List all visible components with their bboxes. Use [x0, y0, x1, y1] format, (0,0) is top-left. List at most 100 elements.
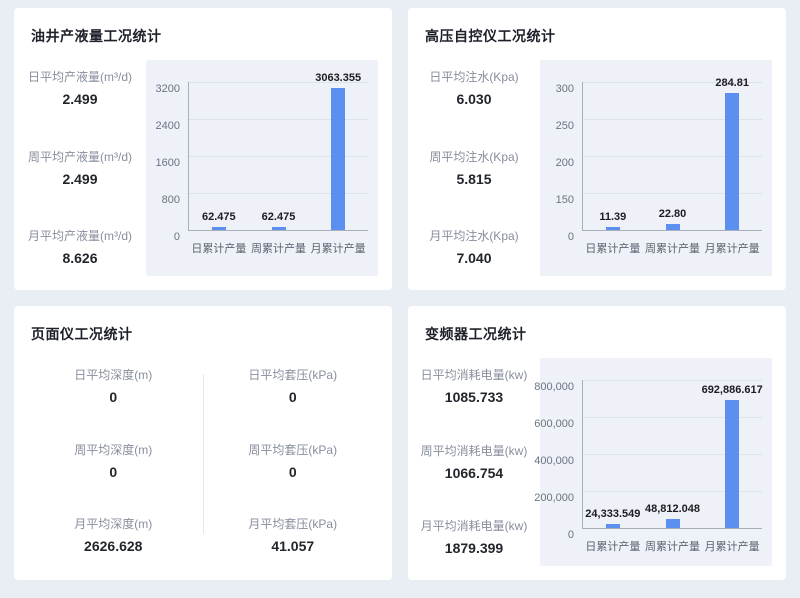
chart-plot-area[interactable]: 11.3922.80284.81: [582, 82, 762, 231]
bar-value-label: 692,886.617: [702, 384, 763, 396]
stat-value: 0: [204, 464, 383, 480]
x-axis-label: 日累计产量: [583, 240, 643, 256]
bar-周累计产量[interactable]: [666, 224, 680, 230]
bar-月累计产量[interactable]: [331, 88, 345, 230]
stat-weekly-avg-depth: 周平均深度(m) 0: [24, 443, 203, 480]
bar-chart-injection-pressure[interactable]: 015020025030011.3922.80284.81日累计产量周累计产量月…: [540, 60, 772, 276]
y-axis-tick: 0: [568, 231, 574, 243]
stat-value: 7.040: [408, 250, 540, 266]
panel-title: 变频器工况统计: [408, 306, 786, 344]
x-axis-label: 日累计产量: [583, 538, 643, 554]
bar-日累计产量[interactable]: [212, 227, 226, 230]
stat-weekly-avg-injection: 周平均注水(Kpa) 5.815: [408, 150, 540, 187]
y-axis-tick: 200: [556, 157, 574, 169]
panel-frequency-converter: 变频器工况统计 日平均消耗电量(kw) 1085.733 周平均消耗电量(kw)…: [408, 306, 786, 580]
bar-value-label: 22.80: [659, 208, 687, 220]
stat-value: 8.626: [14, 250, 146, 266]
stat-value: 1085.733: [408, 389, 540, 405]
y-axis-tick: 0: [174, 231, 180, 243]
bar-日累计产量[interactable]: [606, 524, 620, 529]
panel-title: 页面仪工况统计: [14, 306, 392, 344]
stat-monthly-avg-injection: 月平均注水(Kpa) 7.040: [408, 229, 540, 266]
stat-label: 日平均深度(m): [24, 368, 203, 383]
stat-daily-avg-production: 日平均产液量(m³/d) 2.499: [14, 70, 146, 107]
y-axis-tick: 600,000: [534, 418, 574, 430]
chart-plot-area[interactable]: 62.47562.4753063.355: [188, 82, 368, 231]
y-axis-tick: 800: [162, 194, 180, 206]
stat-monthly-avg-production: 月平均产液量(m³/d) 8.626: [14, 229, 146, 266]
stat-daily-avg-power: 日平均消耗电量(kw) 1085.733: [408, 368, 540, 405]
stat-monthly-avg-casing-pressure: 月平均套压(kPa) 41.057: [204, 517, 383, 554]
stat-label: 周平均消耗电量(kw): [408, 444, 540, 459]
stats-column-depth: 日平均深度(m) 0 周平均深度(m) 0 月平均深度(m) 2626.628: [24, 352, 203, 560]
y-axis-tick: 3200: [156, 83, 180, 95]
panel-title: 高压自控仪工况统计: [408, 8, 786, 46]
x-axis-label: 周累计产量: [643, 240, 703, 256]
stat-value: 1066.754: [408, 465, 540, 481]
panel-title: 油井产液量工况统计: [14, 8, 392, 46]
y-axis-tick: 400,000: [534, 455, 574, 467]
stats-column-casing-pressure: 日平均套压(kPa) 0 周平均套压(kPa) 0 月平均套压(kPa) 41.…: [204, 352, 383, 560]
x-axis-label: 月累计产量: [308, 240, 368, 256]
x-axis-category-labels: 日累计产量周累计产量月累计产量: [189, 231, 368, 256]
stat-monthly-avg-depth: 月平均深度(m) 2626.628: [24, 517, 203, 554]
stat-value: 0: [24, 389, 203, 405]
stats-column: 日平均注水(Kpa) 6.030 周平均注水(Kpa) 5.815 月平均注水(…: [408, 56, 540, 276]
y-axis-tick: 250: [556, 120, 574, 132]
gridline: [583, 380, 762, 381]
stat-daily-avg-injection: 日平均注水(Kpa) 6.030: [408, 70, 540, 107]
stat-monthly-avg-power: 月平均消耗电量(kw) 1879.399: [408, 519, 540, 556]
bar-周累计产量[interactable]: [272, 227, 286, 230]
stat-weekly-avg-power: 周平均消耗电量(kw) 1066.754: [408, 444, 540, 481]
stat-daily-avg-depth: 日平均深度(m) 0: [24, 368, 203, 405]
bar-value-label: 11.39: [599, 211, 626, 223]
bar-chart-power-consumption[interactable]: 0200,000400,000600,000800,00024,333.549 4…: [540, 358, 772, 566]
x-axis-label: 周累计产量: [643, 538, 703, 554]
y-axis-tick-labels: 0800160024003200: [148, 82, 188, 230]
bar-value-label: 62.475: [262, 211, 296, 223]
stat-value: 41.057: [204, 538, 383, 554]
stat-value: 2.499: [14, 171, 146, 187]
stat-value: 1879.399: [408, 540, 540, 556]
x-axis-category-labels: 日累计产量周累计产量月累计产量: [583, 529, 762, 554]
stat-label: 月平均产液量(m³/d): [14, 229, 146, 244]
bar-value-label: 48,812.048: [645, 503, 700, 515]
bar-value-label: 62.475: [202, 211, 236, 223]
stat-value: 6.030: [408, 91, 540, 107]
stat-label: 周平均注水(Kpa): [408, 150, 540, 165]
stat-label: 月平均深度(m): [24, 517, 203, 532]
bar-value-label: 24,333.549: [585, 508, 640, 520]
stat-label: 周平均产液量(m³/d): [14, 150, 146, 165]
bar-日累计产量[interactable]: [606, 227, 620, 230]
y-axis-tick: 0: [568, 529, 574, 541]
bar-value-label: 284.81: [715, 77, 749, 89]
stat-weekly-avg-casing-pressure: 周平均套压(kPa) 0: [204, 443, 383, 480]
stat-value: 2626.628: [24, 538, 203, 554]
panel-page-instrument: 页面仪工况统计 日平均深度(m) 0 周平均深度(m) 0 月平均深度(m) 2…: [14, 306, 392, 580]
stat-weekly-avg-production: 周平均产液量(m³/d) 2.499: [14, 150, 146, 187]
stat-label: 日平均注水(Kpa): [408, 70, 540, 85]
stat-label: 月平均套压(kPa): [204, 517, 383, 532]
x-axis-category-labels: 日累计产量周累计产量月累计产量: [583, 231, 762, 256]
bar-月累计产量[interactable]: [725, 400, 739, 528]
bar-月累计产量[interactable]: [725, 93, 739, 230]
stat-value: 0: [204, 389, 383, 405]
y-axis-tick: 800,000: [534, 381, 574, 393]
stat-value: 5.815: [408, 171, 540, 187]
y-axis-tick: 2400: [156, 120, 180, 132]
stat-label: 月平均注水(Kpa): [408, 229, 540, 244]
panel-oil-well-production: 油井产液量工况统计 日平均产液量(m³/d) 2.499 周平均产液量(m³/d…: [14, 8, 392, 290]
stat-label: 日平均消耗电量(kw): [408, 368, 540, 383]
stat-label: 日平均套压(kPa): [204, 368, 383, 383]
bar-chart-oil-production[interactable]: 080016002400320062.47562.4753063.355日累计产…: [146, 60, 378, 276]
y-axis-tick-labels: 0200,000400,000600,000800,000: [542, 380, 582, 528]
x-axis-label: 月累计产量: [702, 538, 762, 554]
panel-high-pressure-instrument: 高压自控仪工况统计 日平均注水(Kpa) 6.030 周平均注水(Kpa) 5.…: [408, 8, 786, 290]
stat-label: 月平均消耗电量(kw): [408, 519, 540, 534]
y-axis-tick: 150: [556, 194, 574, 206]
bar-周累计产量[interactable]: [666, 519, 680, 528]
y-axis-tick: 1600: [156, 157, 180, 169]
y-axis-tick-labels: 0150200250300: [542, 82, 582, 230]
chart-plot-area[interactable]: 24,333.549 48,812.048 692,886.617: [582, 380, 762, 529]
x-axis-label: 周累计产量: [249, 240, 309, 256]
